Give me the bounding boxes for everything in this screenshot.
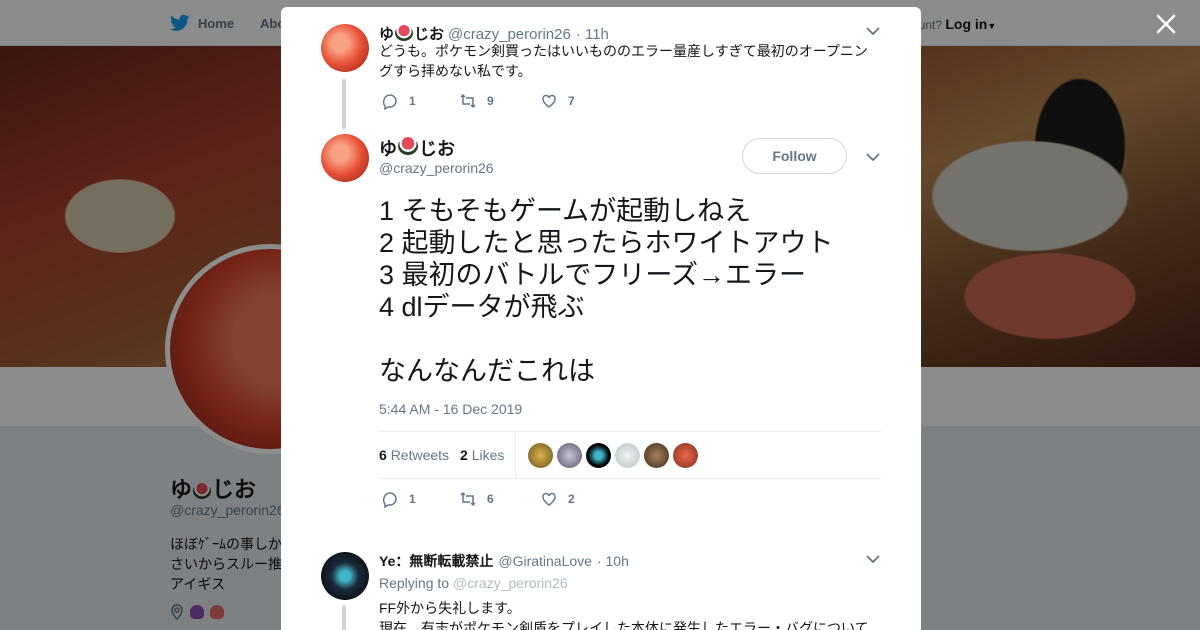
reply-icon <box>382 94 397 110</box>
avatar[interactable] <box>321 134 369 182</box>
avatar[interactable] <box>321 24 369 72</box>
replying-to-handle[interactable]: @crazy_perorin26 <box>453 575 568 591</box>
reply-icon <box>382 492 397 508</box>
tweet-text: どうも。ポケモン剣買ったはいいもののエラー量産しすぎて最初のオープニン グすら拝… <box>379 43 868 79</box>
thread-line <box>342 79 346 129</box>
likes-stat[interactable]: 2 Likes <box>460 447 504 463</box>
replying-to: Replying to @crazy_perorin26 <box>379 575 568 591</box>
sushi-emoji-icon <box>395 25 414 41</box>
main-tweet-handle[interactable]: @crazy_perorin26 <box>379 160 494 176</box>
thread-line <box>342 605 346 630</box>
likes-stat-count: 2 <box>460 447 468 463</box>
avatar[interactable] <box>673 443 698 468</box>
like-button[interactable]: 7 <box>540 92 575 110</box>
reply-button[interactable]: 1 <box>381 92 459 110</box>
retweet-count: 9 <box>487 94 494 108</box>
retweets-stat[interactable]: 6 Retweets <box>379 447 449 463</box>
like-count: 7 <box>568 94 575 108</box>
tweet-actions: 1 6 2 <box>381 490 575 508</box>
user-name-suffix: じお <box>419 139 455 159</box>
like-count: 2 <box>568 492 575 506</box>
user-name-text: ゆ <box>379 139 397 159</box>
follow-button[interactable]: Follow <box>742 138 847 174</box>
avatar[interactable] <box>586 443 611 468</box>
replying-to-label: Replying to <box>379 575 450 591</box>
reply-count: 1 <box>409 492 416 506</box>
retweets-stat-count: 6 <box>379 447 387 463</box>
tweet-permalink-modal: ゆじお @crazy_perorin26 · 11h どうも。ポケモン剣買ったは… <box>281 7 921 630</box>
reply-text-line: FF外から失礼します。 <box>379 600 521 616</box>
sushi-emoji-icon <box>398 137 418 155</box>
main-tweet-name[interactable]: ゆ じお <box>379 135 455 161</box>
tweet-actions: 1 9 7 <box>381 92 575 110</box>
retweet-button[interactable]: 6 <box>459 490 540 508</box>
heart-icon <box>542 492 556 506</box>
avatar[interactable] <box>557 443 582 468</box>
retweet-icon <box>460 93 476 109</box>
avatar[interactable] <box>321 552 369 600</box>
reply-text-line: 現在、有志がポケモン剣盾をプレイした本体に発生したエラー・バグについて <box>379 620 869 630</box>
avatar[interactable] <box>528 443 553 468</box>
reply-header: Ye：無断転載禁止 @GiratinaLove · 10h <box>379 551 629 571</box>
like-button[interactable]: 2 <box>540 490 575 508</box>
chevron-down-icon[interactable] <box>866 153 880 161</box>
reply-count: 1 <box>409 94 416 108</box>
retweets-stat-label: Retweets <box>390 447 450 463</box>
retweet-icon <box>460 491 476 507</box>
likes-stat-label: Likes <box>471 447 505 463</box>
chevron-down-icon[interactable] <box>866 27 880 35</box>
avatar[interactable] <box>644 443 669 468</box>
main-tweet-text: 1 そもそもゲームが起動しねえ 2 起動したと思ったらホワイトアウト 3 最初の… <box>379 196 834 386</box>
tweet-time[interactable]: · 10h <box>597 553 629 569</box>
retweet-count: 6 <box>487 492 494 506</box>
heart-icon <box>542 94 556 108</box>
chevron-down-icon[interactable] <box>866 555 880 563</box>
retweet-button[interactable]: 9 <box>459 92 540 110</box>
avatar[interactable] <box>615 443 640 468</box>
close-icon[interactable] <box>1154 12 1178 36</box>
tweet-timestamp[interactable]: 5:44 AM - 16 Dec 2019 <box>379 401 522 417</box>
user-handle[interactable]: @GiratinaLove <box>498 553 592 569</box>
reply-button[interactable]: 1 <box>381 490 459 508</box>
user-name[interactable]: Ye：無断転載禁止 <box>379 551 493 571</box>
stats-divider <box>515 432 516 478</box>
tweet-stats: 6 Retweets 2 Likes <box>379 431 881 479</box>
